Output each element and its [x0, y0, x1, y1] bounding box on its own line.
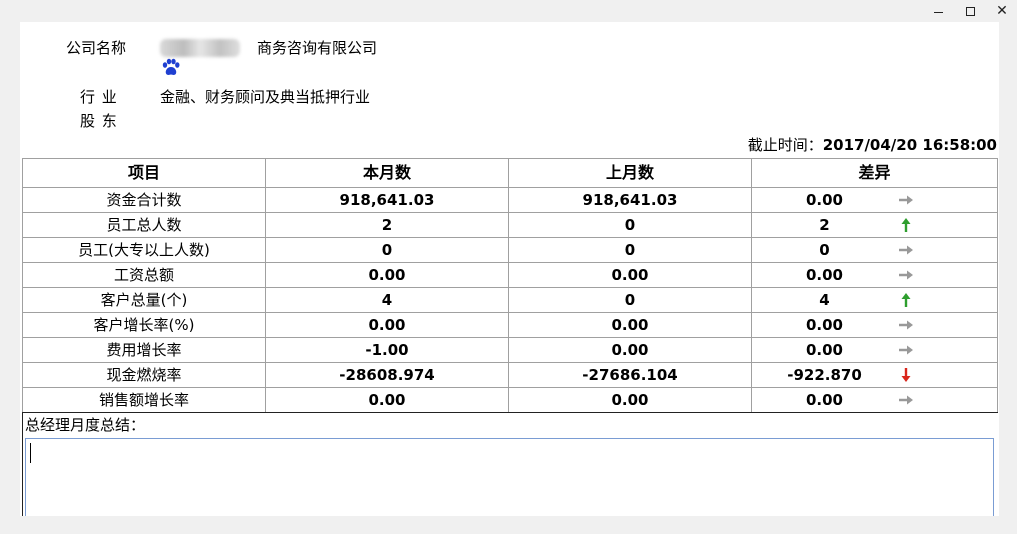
- cutoff-label: 截止时间：: [747, 136, 823, 154]
- table-row: 现金燃烧率 -28608.974 -27686.104 -922.870: [22, 362, 998, 388]
- header-current-month: 本月数: [265, 158, 509, 188]
- difference-value: 0.00: [805, 341, 843, 359]
- header-previous-month: 上月数: [508, 158, 752, 188]
- cell-previous: -27686.104: [508, 362, 752, 388]
- maximize-icon: [965, 6, 975, 16]
- arrow-right-icon: [899, 320, 913, 330]
- cell-previous: 918,641.03: [508, 187, 752, 213]
- difference-value: 0.00: [805, 266, 843, 284]
- table-row: 客户增长率(%) 0.00 0.00 0.00: [22, 312, 998, 338]
- cell-difference: 4: [751, 287, 998, 313]
- difference-value: 4: [819, 291, 830, 309]
- header-difference: 差异: [751, 158, 998, 188]
- difference-value: 0.00: [805, 191, 843, 209]
- cell-difference: -922.870: [751, 362, 998, 388]
- table-row: 工资总额 0.00 0.00 0.00: [22, 262, 998, 288]
- table-row: 资金合计数 918,641.03 918,641.03 0.00: [22, 187, 998, 213]
- difference-value: 0.00: [805, 316, 843, 334]
- cell-current: 0.00: [265, 387, 509, 413]
- cell-difference: 0.00: [751, 187, 998, 213]
- cell-difference: 0.00: [751, 262, 998, 288]
- cell-item: 现金燃烧率: [22, 362, 266, 388]
- cell-difference: 0.00: [751, 312, 998, 338]
- report-panel: 公司名称 商务咨询有限公司 行 业 金融、财务顾问及典当抵押行业 股 东 截止时…: [20, 22, 999, 516]
- company-name-label: 公司名称: [66, 39, 127, 57]
- cell-current: 0.00: [265, 312, 509, 338]
- cell-item: 客户增长率(%): [22, 312, 266, 338]
- cell-previous: 0.00: [508, 262, 752, 288]
- table-row: 费用增长率 -1.00 0.00 0.00: [22, 337, 998, 363]
- cell-previous: 0: [508, 212, 752, 238]
- table-row: 客户总量(个) 4 0 4: [22, 287, 998, 313]
- cell-difference: 0: [751, 237, 998, 263]
- bottom-border: [0, 516, 1017, 534]
- redacted-company-prefix: [160, 39, 240, 57]
- cell-previous: 0: [508, 287, 752, 313]
- arrow-down-icon: [901, 368, 911, 382]
- minimize-button[interactable]: [923, 0, 953, 22]
- maximize-button[interactable]: [955, 0, 985, 22]
- cell-item: 资金合计数: [22, 187, 266, 213]
- arrow-up-icon: [901, 218, 911, 232]
- cell-item: 费用增长率: [22, 337, 266, 363]
- industry-value: 金融、财务顾问及典当抵押行业: [160, 88, 371, 106]
- table-row: 销售额增长率 0.00 0.00 0.00: [22, 387, 998, 413]
- difference-value: 2: [819, 216, 830, 234]
- cutoff-value: 2017/04/20 16:58:00: [822, 136, 997, 154]
- table-row: 员工(大专以上人数) 0 0 0: [22, 237, 998, 263]
- cell-previous: 0.00: [508, 387, 752, 413]
- arrow-right-icon: [899, 245, 913, 255]
- cell-difference: 0.00: [751, 387, 998, 413]
- cutoff-time: 截止时间：2017/04/20 16:58:00: [748, 135, 997, 155]
- cell-current: 4: [265, 287, 509, 313]
- cell-current: -1.00: [265, 337, 509, 363]
- cell-current: 0: [265, 237, 509, 263]
- cell-current: 2: [265, 212, 509, 238]
- arrow-right-icon: [899, 345, 913, 355]
- cell-item: 员工总人数: [22, 212, 266, 238]
- summary-textarea[interactable]: [25, 438, 994, 516]
- comparison-table: 项目 本月数 上月数 差异 资金合计数 918,641.03 918,641.03 0…: [22, 158, 998, 413]
- difference-value: 0.00: [805, 391, 843, 409]
- close-button[interactable]: ✕: [987, 0, 1017, 22]
- summary-section: 总经理月度总结：: [22, 412, 998, 516]
- cell-item: 员工(大专以上人数): [22, 237, 266, 263]
- cell-item: 工资总额: [22, 262, 266, 288]
- header-item: 项目: [22, 158, 266, 188]
- cell-difference: 0.00: [751, 337, 998, 363]
- arrow-right-icon: [899, 395, 913, 405]
- arrow-right-icon: [899, 270, 913, 280]
- text-caret: [30, 443, 31, 463]
- cell-previous: 0.00: [508, 312, 752, 338]
- cell-item: 销售额增长率: [22, 387, 266, 413]
- cell-difference: 2: [751, 212, 998, 238]
- difference-value: 0: [819, 241, 830, 259]
- shareholder-label: 股 东: [80, 112, 118, 130]
- cell-current: -28608.974: [265, 362, 509, 388]
- window-titlebar: ✕: [0, 0, 1017, 22]
- cell-previous: 0: [508, 237, 752, 263]
- paw-icon[interactable]: [161, 58, 181, 78]
- arrow-right-icon: [899, 195, 913, 205]
- table-row: 员工总人数 2 0 2: [22, 212, 998, 238]
- table-header-row: 项目 本月数 上月数 差异: [22, 158, 998, 188]
- cell-current: 918,641.03: [265, 187, 509, 213]
- cell-current: 0.00: [265, 262, 509, 288]
- company-name-value: 商务咨询有限公司: [257, 39, 378, 57]
- summary-label: 总经理月度总结：: [25, 416, 146, 434]
- industry-label: 行 业: [80, 88, 118, 106]
- minimize-icon: [933, 11, 943, 13]
- difference-value: -922.870: [787, 366, 862, 384]
- arrow-up-icon: [901, 293, 911, 307]
- close-icon: ✕: [996, 3, 1008, 19]
- cell-item: 客户总量(个): [22, 287, 266, 313]
- cell-previous: 0.00: [508, 337, 752, 363]
